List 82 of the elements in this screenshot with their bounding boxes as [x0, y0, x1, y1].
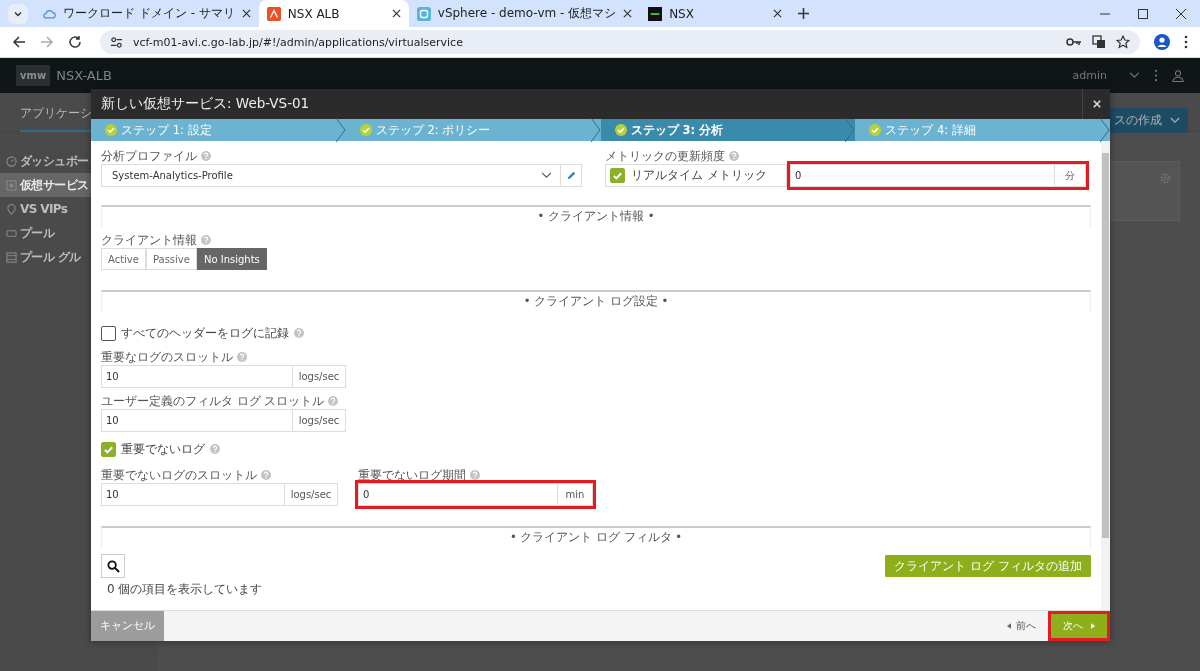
sidebar-label: プール	[20, 224, 55, 242]
nav-icon	[6, 155, 17, 167]
vmware-logo: vmw	[16, 65, 51, 86]
caret-icon	[1170, 116, 1180, 124]
nav-icon	[6, 203, 17, 215]
browser-tab[interactable]: vSphere - demo-vm - 仮想マシ	[408, 0, 641, 27]
check-circle-icon	[105, 124, 117, 136]
field-label: メトリックの更新頻度	[605, 148, 725, 164]
check-circle-icon	[359, 124, 372, 136]
checkbox-label: 重要でないログ	[121, 441, 205, 457]
reload-icon[interactable]	[68, 35, 82, 49]
close-icon[interactable]	[623, 9, 633, 18]
check-circle-icon	[614, 124, 627, 136]
translate-icon[interactable]	[1092, 35, 1106, 49]
nav-icon	[6, 227, 17, 239]
field-label: ユーザー定義のフィルタ ログ スロットル	[101, 393, 325, 409]
checkbox-label: リアルタイム メトリック	[631, 168, 767, 183]
caret-right-icon	[1091, 623, 1095, 629]
star-icon[interactable]	[1116, 35, 1130, 49]
tab-menu-button[interactable]	[8, 3, 28, 24]
browser-tab[interactable]: ワークロード ドメイン - サマリ	[34, 0, 259, 27]
wizard-step[interactable]: ステップ 3: 分析	[600, 119, 856, 141]
sidebar-label: プール グル	[20, 248, 81, 266]
chevron-down-icon[interactable]	[1129, 72, 1140, 79]
url-text: vcf-m01-avi.c.go-lab.jp/#!/admin/applications/virtualservice	[133, 35, 463, 49]
check-circle-icon	[869, 124, 882, 136]
close-icon	[1092, 100, 1101, 108]
number-field[interactable]: 0 分	[790, 164, 1086, 187]
site-settings-icon[interactable]	[110, 35, 123, 49]
user-name[interactable]: admin	[1072, 69, 1107, 82]
nav-icon	[6, 179, 17, 191]
field-label: 分析プロファイル	[101, 148, 197, 164]
sidebar-item[interactable]: VS VIPs	[0, 197, 158, 221]
checkbox[interactable]	[101, 325, 116, 341]
number-field[interactable]: 0 min	[358, 483, 593, 506]
chevron-down-icon	[541, 172, 552, 179]
section-heading: • クライアント ログ設定 •	[523, 294, 669, 308]
field-label: 重要でないログのスロットル	[101, 467, 257, 483]
close-icon[interactable]	[1176, 8, 1186, 19]
segment-option[interactable]: Active	[101, 248, 146, 270]
more-icon[interactable]	[1184, 35, 1188, 49]
checkbox-label: すべてのヘッダーをログに記録	[121, 325, 289, 341]
checkbox[interactable]	[610, 168, 625, 183]
section-heading: • クライアント ログ フィルタ •	[509, 530, 683, 544]
section-heading: • クライアント情報 •	[537, 209, 655, 223]
profile-icon[interactable]	[1154, 34, 1170, 50]
back-icon[interactable]	[12, 35, 26, 49]
previous-button[interactable]: 前へ	[1001, 611, 1042, 641]
dialog-title: 新しい仮想サービス: Web-VS-01	[101, 95, 310, 113]
maximize-icon[interactable]	[1138, 8, 1148, 19]
brand-name: NSX-ALB	[56, 68, 112, 83]
field-label: クライアント情報	[101, 232, 197, 248]
segment-option[interactable]: Passive	[145, 248, 197, 270]
pencil-icon	[566, 170, 576, 181]
address-bar[interactable]: vcf-m01-avi.c.go-lab.jp/#!/admin/applications/virtualservice	[100, 30, 1140, 54]
checkbox[interactable]	[101, 441, 116, 457]
segment-option[interactable]: No Insights	[196, 248, 267, 270]
new-tab-icon[interactable]	[798, 8, 810, 19]
edit-button[interactable]	[561, 164, 582, 187]
profile-dropdown[interactable]: System-Analytics-Profile	[101, 164, 561, 187]
check-icon	[612, 170, 623, 181]
search-icon	[106, 559, 120, 573]
close-icon[interactable]	[391, 9, 401, 18]
sidebar-label: VS VIPs	[20, 202, 68, 216]
browser-tab[interactable]: NSX	[640, 0, 791, 27]
nav-icon	[6, 251, 17, 263]
close-icon[interactable]	[773, 9, 783, 18]
number-field[interactable]: 10 logs/sec	[101, 483, 338, 506]
number-field[interactable]: 10 logs/sec	[101, 409, 346, 432]
search-button[interactable]	[101, 554, 125, 578]
item-count: 0 個の項目を表示しています	[106, 581, 264, 598]
close-icon[interactable]	[241, 9, 251, 18]
sidebar-label: 仮想サービス	[20, 176, 89, 194]
caret-left-icon	[1007, 623, 1011, 629]
field-label: 重要なログのスロットル	[101, 349, 233, 365]
number-field[interactable]: 10 logs/sec	[101, 365, 346, 388]
scrollbar[interactable]	[1101, 141, 1110, 610]
browser-tab[interactable]: NSX ALB	[258, 0, 409, 27]
user-icon[interactable]	[1172, 69, 1184, 82]
app-logo-icon	[266, 6, 281, 21]
sidebar-label: ダッシュボー	[20, 152, 89, 170]
key-icon[interactable]	[1066, 37, 1082, 47]
